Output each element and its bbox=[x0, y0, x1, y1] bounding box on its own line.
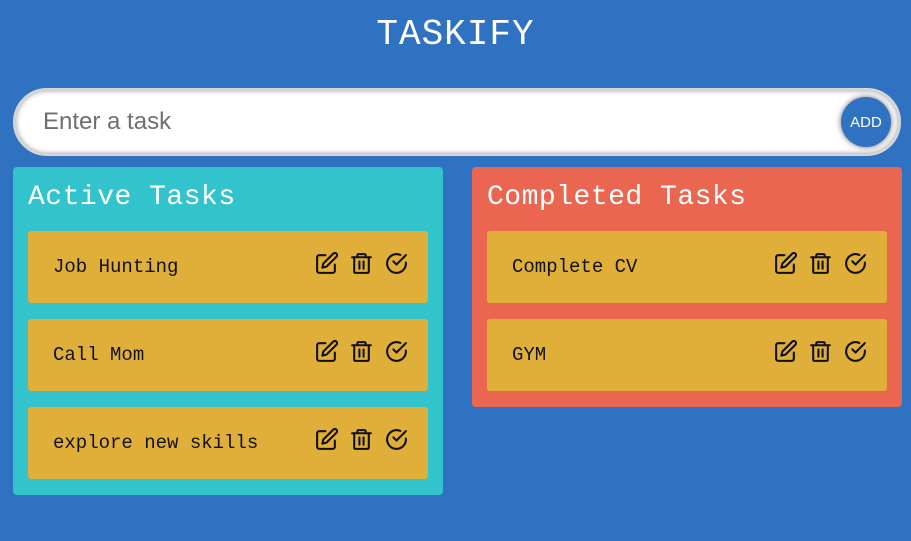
trash-icon[interactable] bbox=[808, 251, 833, 276]
task-actions bbox=[773, 251, 868, 276]
check-circle-icon[interactable] bbox=[843, 339, 868, 364]
task-text: GYM bbox=[512, 344, 547, 366]
edit-icon[interactable] bbox=[314, 427, 339, 452]
task-text: explore new skills bbox=[53, 432, 259, 454]
edit-icon[interactable] bbox=[314, 339, 339, 364]
app-title: TASKIFY bbox=[376, 14, 535, 55]
task-actions bbox=[773, 339, 868, 364]
trash-icon[interactable] bbox=[349, 251, 374, 276]
task-actions bbox=[314, 251, 409, 276]
trash-icon[interactable] bbox=[349, 339, 374, 364]
check-circle-icon[interactable] bbox=[384, 339, 409, 364]
check-circle-icon[interactable] bbox=[384, 427, 409, 452]
check-circle-icon[interactable] bbox=[384, 251, 409, 276]
task-card: GYM bbox=[487, 319, 887, 391]
completed-tasks-panel: Completed Tasks Complete CV GYM bbox=[472, 167, 902, 407]
task-text: Complete CV bbox=[512, 256, 638, 278]
edit-icon[interactable] bbox=[773, 339, 798, 364]
trash-icon[interactable] bbox=[808, 339, 833, 364]
task-text: Call Mom bbox=[53, 344, 145, 366]
edit-icon[interactable] bbox=[773, 251, 798, 276]
add-button[interactable]: ADD bbox=[841, 97, 891, 147]
task-input[interactable] bbox=[35, 100, 831, 144]
task-actions bbox=[314, 339, 409, 364]
check-circle-icon[interactable] bbox=[843, 251, 868, 276]
active-tasks-panel: Active Tasks Job Hunting Call Mom explor… bbox=[13, 167, 443, 495]
trash-icon[interactable] bbox=[349, 427, 374, 452]
task-card: explore new skills bbox=[28, 407, 428, 479]
task-form: ADD bbox=[13, 88, 901, 156]
task-actions bbox=[314, 427, 409, 452]
task-card: Complete CV bbox=[487, 231, 887, 303]
completed-tasks-heading: Completed Tasks bbox=[487, 182, 747, 213]
edit-icon[interactable] bbox=[314, 251, 339, 276]
task-card: Call Mom bbox=[28, 319, 428, 391]
task-text: Job Hunting bbox=[53, 256, 179, 278]
task-card: Job Hunting bbox=[28, 231, 428, 303]
active-tasks-heading: Active Tasks bbox=[28, 182, 236, 213]
